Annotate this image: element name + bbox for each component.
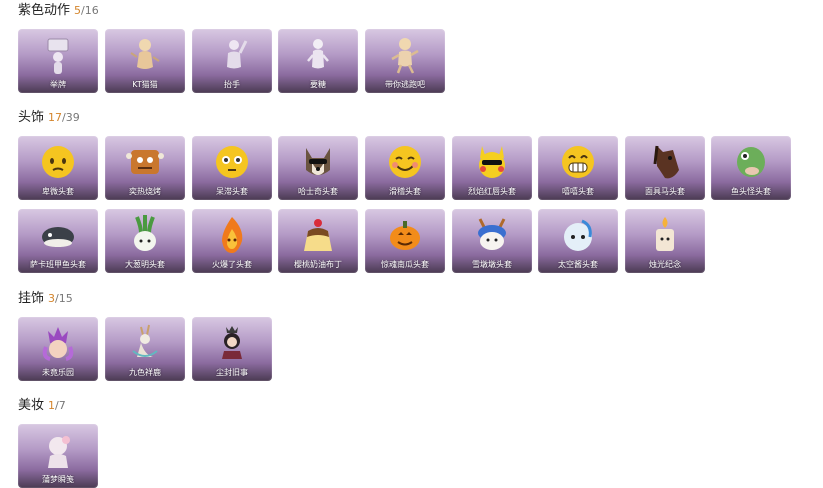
dazed-face-icon	[216, 146, 248, 178]
item-tile[interactable]: 抬手	[192, 29, 272, 93]
worried-face-icon	[42, 146, 74, 178]
pudding-icon	[304, 219, 332, 251]
flame-icon	[222, 217, 243, 253]
fish-head-icon	[737, 147, 765, 177]
snow-deer-icon	[478, 218, 506, 250]
husky-icon	[306, 148, 330, 175]
item-tile[interactable]: 举牌	[18, 29, 98, 93]
section-title-pendants: 挂饰 3/15	[18, 291, 73, 306]
section-count: 5/16	[74, 4, 99, 17]
candle-icon	[656, 217, 674, 251]
item-tile[interactable]: KT猫猫	[105, 29, 185, 93]
bbq-icon	[126, 150, 164, 174]
item-tile[interactable]: 呆滞头套	[192, 136, 272, 200]
raise-hand-pose-icon	[227, 40, 248, 69]
jester-charm-icon	[42, 327, 74, 361]
pumpkin-icon	[390, 221, 420, 250]
grin-face-icon	[389, 146, 421, 178]
section-title-makeup: 美妆 1/7	[18, 398, 66, 413]
item-tile[interactable]: 面具马头套	[625, 136, 705, 200]
section-count: 17/39	[48, 111, 80, 124]
item-tile[interactable]: 要糖	[278, 29, 358, 93]
item-tile[interactable]: 樱桃奶油布丁	[278, 209, 358, 273]
section-title-actions: 紫色动作 5/16	[18, 3, 99, 18]
section-count: 1/7	[48, 399, 66, 412]
scallion-icon	[134, 215, 156, 251]
item-tile[interactable]: 大葱明头套	[105, 209, 185, 273]
item-tile[interactable]: 哈士奇头套	[278, 136, 358, 200]
item-tile[interactable]: 卑微头套	[18, 136, 98, 200]
item-tile[interactable]: 滑稽头套	[365, 136, 445, 200]
item-tile[interactable]: 烛光纪念	[625, 209, 705, 273]
makeup-character-icon	[48, 436, 70, 468]
item-tile[interactable]: 九色祥鹿	[105, 317, 185, 381]
item-tile[interactable]: 鱼头怪头套	[711, 136, 791, 200]
item-tile[interactable]: 萨卡班甲鱼头套	[18, 209, 98, 273]
ask-candy-pose-icon	[307, 39, 329, 69]
horse-head-icon	[653, 145, 679, 179]
section-count: 3/15	[48, 292, 73, 305]
item-tile[interactable]: 烈焰红唇头套	[452, 136, 532, 200]
run-away-pose-icon	[391, 38, 419, 74]
item-tile[interactable]: 火爆了头套	[192, 209, 272, 273]
item-tile[interactable]: 惊魂南瓜头套	[365, 209, 445, 273]
cat-pose-icon	[130, 39, 160, 69]
item-tile[interactable]: 蒲梦瞬笺	[18, 424, 98, 488]
item-tile[interactable]: 太空酱头套	[538, 209, 618, 273]
item-tile[interactable]: 未竟乐园	[18, 317, 98, 381]
doll-charm-icon	[222, 326, 242, 359]
fish-head-dark-icon	[42, 227, 74, 247]
item-tile[interactable]: 带你逃跑吧	[365, 29, 445, 93]
item-tile[interactable]: 嘻嘻头套	[538, 136, 618, 200]
item-tile[interactable]: 雪墩墩头套	[452, 209, 532, 273]
pikachu-icon	[479, 146, 505, 178]
deer-charm-icon	[132, 324, 158, 357]
item-tile[interactable]: 尘封旧事	[192, 317, 272, 381]
section-title-headwear: 头饰 17/39	[18, 110, 80, 125]
space-shark-icon	[564, 219, 592, 251]
sign-pose-icon	[47, 38, 69, 74]
laugh-face-icon	[562, 146, 594, 178]
item-tile[interactable]: 奕热烧烤	[105, 136, 185, 200]
